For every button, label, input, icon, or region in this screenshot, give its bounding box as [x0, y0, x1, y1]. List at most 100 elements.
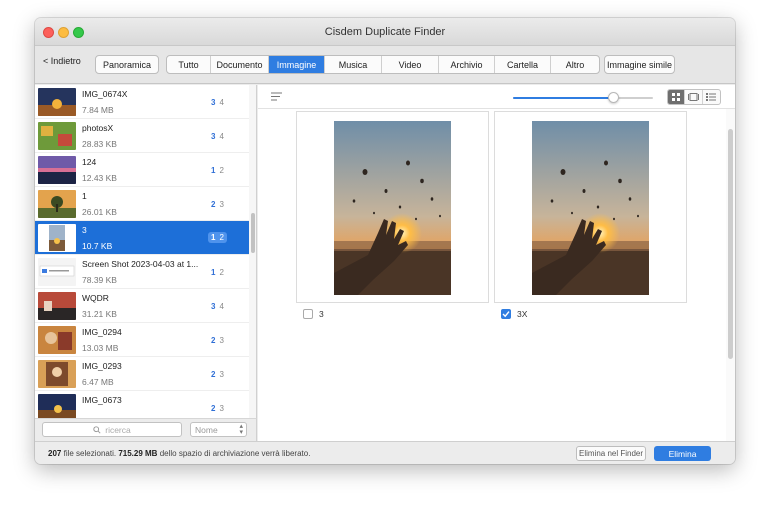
file-name: IMG_0294: [82, 327, 122, 337]
zoom-slider[interactable]: [513, 97, 653, 99]
duplicate-count: 12: [211, 268, 224, 277]
similar-image-button[interactable]: Immagine simile: [604, 55, 675, 74]
list-item[interactable]: IMG_0673 23: [35, 391, 249, 418]
tab-immagine[interactable]: Immagine: [269, 56, 325, 73]
file-thumbnail: [38, 88, 76, 116]
file-size: 26.01 KB: [82, 207, 117, 217]
preview-toolbar: [258, 85, 735, 109]
tab-musica[interactable]: Musica: [325, 56, 382, 73]
delete-button[interactable]: Elimina: [654, 446, 711, 461]
stepper-arrows-icon: ▴ ▾: [239, 423, 243, 436]
file-name: IMG_0673: [82, 395, 122, 405]
file-name: Screen Shot 2023-04-03 at 1...: [82, 259, 199, 269]
single-view-button[interactable]: [685, 90, 703, 104]
list-item[interactable]: 1 26.01 KB 23: [35, 187, 249, 221]
image-preview: [532, 121, 649, 295]
file-size: 31.21 KB: [82, 309, 117, 319]
tab-documento[interactable]: Documento: [211, 56, 269, 73]
duplicate-count: 34: [211, 132, 224, 141]
duplicate-count: 12: [208, 232, 227, 243]
list-item[interactable]: IMG_0293 6.47 MB 23: [35, 357, 249, 391]
duplicate-list: IMG_0674X 7.84 MB 34 photosX 28.83 KB 34…: [35, 85, 257, 418]
image-card-caption: 3: [303, 309, 324, 319]
freed-space: 715.29 MB: [118, 449, 158, 458]
list-view-icon: [706, 93, 717, 101]
list-item[interactable]: photosX 28.83 KB 34: [35, 119, 249, 153]
list-item-selected[interactable]: 3 10.7 KB 12: [35, 221, 249, 255]
file-thumbnail: [38, 394, 76, 418]
grid-view-icon: [672, 93, 681, 101]
image-name: 3: [319, 309, 324, 319]
tab-cartella[interactable]: Cartella: [495, 56, 551, 73]
file-name: photosX: [82, 123, 114, 133]
list-item[interactable]: WQDR 31.21 KB 34: [35, 289, 249, 323]
view-mode-switcher: [667, 89, 721, 105]
duplicate-count: 34: [211, 302, 224, 311]
search-placeholder: ricerca: [105, 424, 131, 435]
grid-view-button[interactable]: [668, 90, 686, 104]
title-bar: Cisdem Duplicate Finder: [35, 18, 735, 46]
delete-in-finder-button[interactable]: Elimina nel Finder: [576, 446, 646, 461]
file-name: 124: [82, 157, 97, 167]
list-item[interactable]: Screen Shot 2023-04-03 at 1... 78.39 KB …: [35, 255, 249, 289]
sort-select[interactable]: Nome ▴ ▾: [190, 422, 247, 437]
list-item[interactable]: 124 12.43 KB 12: [35, 153, 249, 187]
overview-button[interactable]: Panoramica: [95, 55, 159, 74]
back-button[interactable]: < Indietro: [43, 56, 81, 66]
file-size: 7.84 MB: [82, 105, 114, 115]
file-size: 78.39 KB: [82, 275, 117, 285]
file-thumbnail: [38, 224, 76, 252]
image-card[interactable]: [494, 111, 687, 303]
file-name: IMG_0674X: [82, 89, 128, 99]
image-name: 3X: [517, 309, 528, 319]
file-thumbnail: [38, 292, 76, 320]
image-checkbox[interactable]: [501, 309, 511, 319]
app-window: Cisdem Duplicate Finder < Indietro Panor…: [35, 18, 735, 464]
file-name: IMG_0293: [82, 361, 122, 371]
selection-summary: 207 file selezionati. 715.29 MB dello sp…: [48, 449, 310, 458]
freed-space-label: dello spazio di archiviazione verrà libe…: [159, 449, 311, 458]
duplicate-count: 23: [211, 200, 224, 209]
image-checkbox[interactable]: [303, 309, 313, 319]
zoom-slider-fill: [513, 97, 614, 99]
sidebar-scrollbar-thumb[interactable]: [251, 213, 255, 253]
window-title: Cisdem Duplicate Finder: [324, 26, 446, 38]
image-card-caption: 3X: [501, 309, 527, 319]
sort-value: Nome: [195, 424, 218, 435]
file-type-tabs: Tutto Documento Immagine Musica Video Ar…: [166, 55, 600, 74]
image-card[interactable]: [296, 111, 489, 303]
file-size: 28.83 KB: [82, 139, 117, 149]
file-thumbnail: [38, 360, 76, 388]
tab-altro[interactable]: Altro: [551, 56, 599, 73]
file-size: 13.03 MB: [82, 343, 119, 353]
duplicate-count: 23: [211, 404, 224, 413]
tab-archivio[interactable]: Archivio: [439, 56, 495, 73]
zoom-slider-knob[interactable]: [607, 92, 619, 103]
list-item[interactable]: IMG_0294 13.03 MB 23: [35, 323, 249, 357]
checkmark-icon: [502, 311, 510, 318]
selected-count: 207: [48, 449, 62, 458]
file-thumbnail: [38, 258, 76, 286]
file-name: 1: [82, 191, 87, 201]
file-thumbnail: [38, 156, 76, 184]
tab-tutto[interactable]: Tutto: [167, 56, 211, 73]
tab-video[interactable]: Video: [382, 56, 439, 73]
status-bar: 207 file selezionati. 715.29 MB dello sp…: [35, 441, 735, 464]
list-view-button[interactable]: [703, 90, 720, 104]
preview-scrollbar-thumb[interactable]: [728, 129, 733, 359]
duplicate-count: 12: [211, 166, 224, 175]
file-name: WQDR: [82, 293, 109, 303]
file-thumbnail: [38, 122, 76, 150]
search-input[interactable]: ricerca: [42, 422, 182, 437]
file-thumbnail: [38, 326, 76, 354]
duplicate-count: 34: [211, 98, 224, 107]
list-item[interactable]: IMG_0674X 7.84 MB 34: [35, 85, 249, 119]
sidebar-controls: ricerca Nome ▴ ▾: [35, 418, 257, 441]
image-preview: [334, 121, 451, 295]
search-icon: [93, 425, 101, 434]
file-thumbnail: [38, 190, 76, 218]
file-name: 3: [82, 225, 87, 235]
duplicate-count: 23: [211, 370, 224, 379]
selected-count-label: file selezionati.: [63, 449, 117, 458]
filter-list-icon[interactable]: [271, 92, 282, 101]
